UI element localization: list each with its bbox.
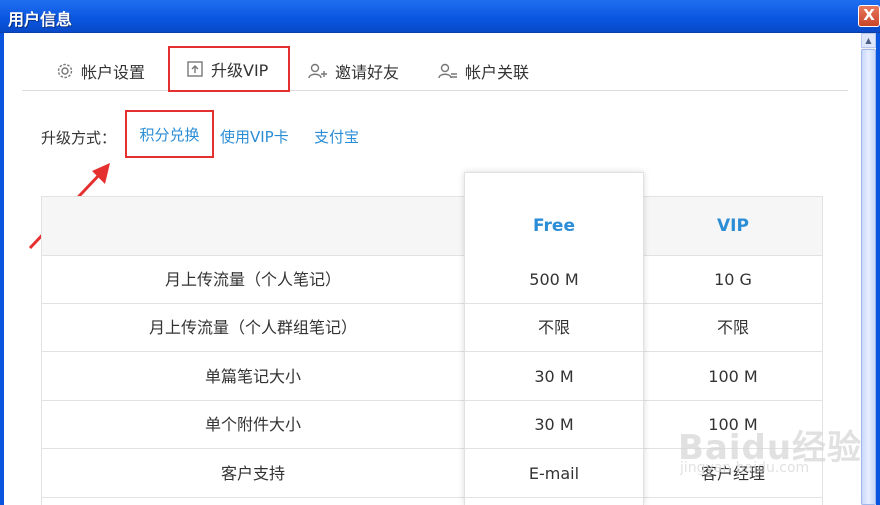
- column-header-vip: VIP: [717, 216, 749, 236]
- table-row: 月上传流量（个人群组笔记） 不限: [42, 304, 822, 352]
- vip-value: 10 G: [714, 270, 752, 289]
- free-value: 30 M: [465, 353, 643, 401]
- close-button[interactable]: X: [858, 5, 880, 27]
- tab-invite-friends[interactable]: 邀请好友: [308, 50, 399, 91]
- table-row: 单篇笔记大小 100 M: [42, 353, 822, 401]
- vip-value: 100 M: [708, 367, 758, 386]
- method-points-exchange[interactable]: 积分兑换: [125, 110, 214, 158]
- vip-value: 不限: [716, 318, 749, 337]
- feature-name: 客户支持: [220, 464, 285, 483]
- method-alipay[interactable]: 支付宝: [314, 124, 359, 150]
- upload-icon: [187, 61, 203, 77]
- upgrade-label: 升级方式：: [41, 128, 117, 147]
- feature-name: 单篇笔记大小: [204, 367, 301, 386]
- window-border-right: [876, 33, 880, 505]
- tab-account-settings[interactable]: 帐户设置: [56, 50, 145, 91]
- feature-name: 月上传流量（个人群组笔记）: [148, 318, 357, 337]
- free-value: 不限: [465, 304, 643, 352]
- feature-name: 单个附件大小: [204, 415, 301, 434]
- watermark-url: jingyan.baidu.com: [680, 460, 810, 476]
- free-value: 30 M: [465, 401, 643, 449]
- window-border-left: [0, 33, 4, 505]
- title-bar: 用户信息 X: [0, 0, 880, 33]
- free-value: E-mail: [465, 450, 643, 498]
- tab-label: 帐户设置: [81, 62, 146, 82]
- free-plan-column: Free 500 M 不限 30 M 30 M E-mail: [464, 172, 644, 505]
- table-row: 月上传流量（个人笔记） 10 G: [42, 256, 822, 304]
- table-header: VIP: [42, 197, 822, 256]
- column-header-free: Free: [533, 216, 575, 236]
- user-info-window: 用户信息 X ▲ 帐户设置 升级VIP 邀请好友 帐户关联 升级方式： 积分兑换…: [0, 0, 880, 505]
- feature-name: 月上传流量（个人笔记）: [164, 270, 341, 289]
- free-value: 500 M: [465, 256, 643, 304]
- add-user-icon: [308, 63, 327, 78]
- tab-bar: 帐户设置 升级VIP 邀请好友 帐户关联: [22, 46, 848, 92]
- tab-label: 帐户关联: [465, 62, 530, 82]
- upgrade-methods: 升级方式：: [41, 124, 122, 150]
- tab-upgrade-vip[interactable]: 升级VIP: [168, 46, 290, 92]
- window-title: 用户信息: [8, 10, 73, 29]
- tab-label: 升级VIP: [211, 61, 269, 80]
- baidu-watermark: Baidu经验 jingyan.baidu.com: [670, 418, 870, 498]
- tab-account-link[interactable]: 帐户关联: [438, 50, 529, 91]
- scroll-up-icon[interactable]: ▲: [861, 33, 876, 48]
- tab-label: 邀请好友: [335, 62, 400, 82]
- gear-icon: [57, 63, 73, 78]
- method-vip-card[interactable]: 使用VIP卡: [220, 124, 289, 150]
- link-user-icon: [438, 63, 457, 78]
